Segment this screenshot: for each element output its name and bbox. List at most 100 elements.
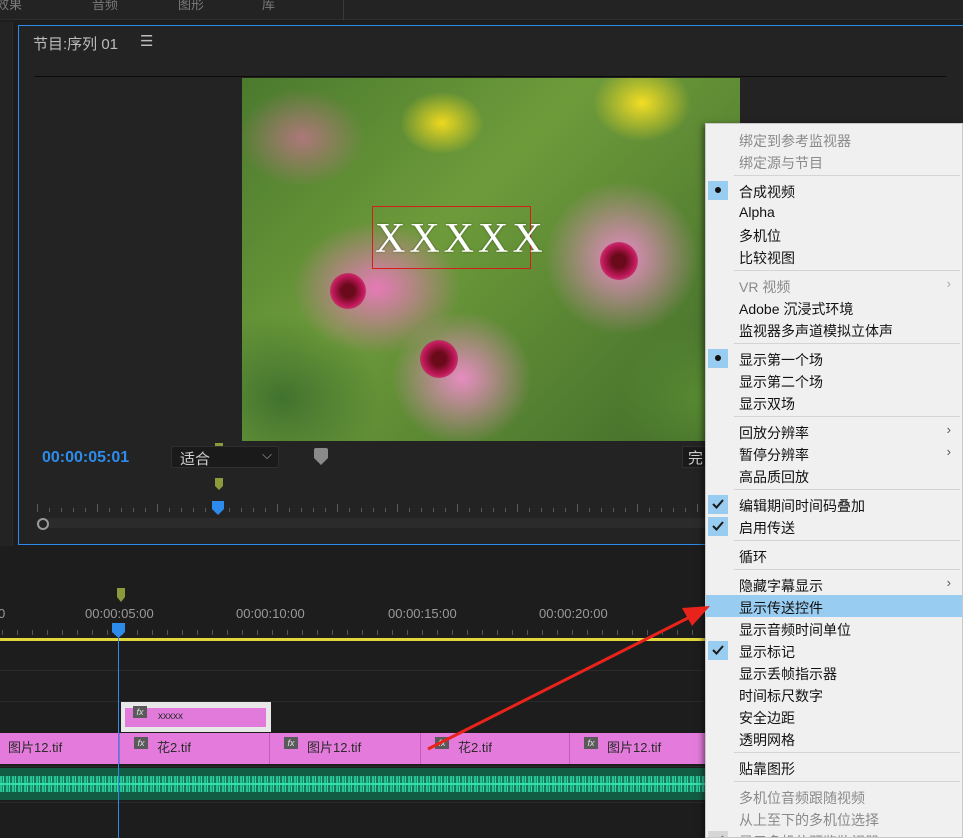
ruler-tick: [433, 508, 434, 512]
menu-item[interactable]: 显示双场: [706, 391, 962, 413]
menu-item-label: 回放分辨率: [739, 425, 809, 441]
menu-item[interactable]: 显示丢帧指示器: [706, 661, 962, 683]
ruler-tick: [512, 630, 513, 635]
menu-separator: [734, 175, 960, 176]
playhead-timecode[interactable]: 00:00:05:01: [42, 449, 129, 467]
menu-item[interactable]: 显示第一个场: [706, 347, 962, 369]
menu-item[interactable]: 启用传送: [706, 515, 962, 537]
ruler-tick: [602, 630, 603, 635]
tab-effects[interactable]: 效果: [0, 0, 22, 13]
monitor-context-menu: 绑定到参考监视器 绑定源与节目 合成视频 Alpha 多机位比较视图 VR 视频 › Adob…: [705, 123, 963, 838]
ruler-tick: [517, 504, 518, 512]
menu-item-label: 比较视图: [739, 250, 795, 266]
text-overlay-box[interactable]: XXXXX: [372, 206, 543, 269]
video-clip[interactable]: fx 图片12.tif: [270, 733, 421, 764]
monitor-time-ruler[interactable]: [34, 500, 714, 514]
monitor-playhead-icon[interactable]: [212, 501, 224, 515]
ruler-tick: [317, 630, 318, 635]
work-area-bar[interactable]: [0, 638, 710, 641]
ruler-tick: [409, 508, 410, 512]
title-clip[interactable]: fx xxxxx: [121, 702, 271, 732]
menu-item[interactable]: 显示多机位预览监视器: [706, 829, 962, 837]
track-divider: [0, 670, 710, 671]
menu-item[interactable]: 时间标尺数字: [706, 683, 962, 705]
flower-center: [330, 273, 366, 309]
ruler-tick: [529, 508, 530, 512]
ruler-tick: [625, 508, 626, 512]
menu-item[interactable]: 绑定源与节目: [706, 150, 962, 172]
ruler-tick: [109, 508, 110, 512]
menu-item[interactable]: 回放分辨率 ›: [706, 420, 962, 442]
ruler-tick: [253, 508, 254, 512]
chevron-down-icon: ⌵: [262, 447, 272, 462]
menu-item[interactable]: 显示第二个场: [706, 369, 962, 391]
ruler-tick: [647, 630, 648, 635]
video-clip[interactable]: fx 花2.tif: [421, 733, 570, 764]
zoom-fit-dropdown[interactable]: 适合 ⌵: [171, 446, 279, 468]
video-frame[interactable]: XXXXX: [242, 78, 740, 441]
menu-item[interactable]: 编辑期间时间码叠加: [706, 493, 962, 515]
ruler-tick: [467, 630, 468, 635]
ruler-tick: [197, 630, 198, 635]
timeline-playhead-icon[interactable]: [112, 623, 125, 639]
menu-item[interactable]: 合成视频: [706, 179, 962, 201]
radio-dot-icon: [708, 349, 728, 368]
video-clip[interactable]: 图片12.tif: [0, 733, 120, 764]
menu-item[interactable]: 显示传送控件: [706, 595, 962, 617]
menu-item-label: 循环: [739, 549, 767, 565]
tab-library[interactable]: 库: [262, 0, 275, 13]
ruler-tick: [677, 630, 678, 635]
menu-item-label: 显示第一个场: [739, 352, 823, 368]
menu-separator: [734, 416, 960, 417]
source-panel-edge: [0, 22, 13, 546]
audio-clip[interactable]: [0, 768, 710, 800]
menu-item[interactable]: 安全边距: [706, 705, 962, 727]
menu-item[interactable]: Adobe 沉浸式环境: [706, 296, 962, 318]
menu-item[interactable]: 贴靠图形: [706, 756, 962, 778]
menu-item[interactable]: Alpha: [706, 201, 962, 223]
menu-item[interactable]: 多机位: [706, 223, 962, 245]
ruler-tick: [2, 630, 3, 635]
ruler-tick: [373, 508, 374, 512]
menu-item-label: 从上至下的多机位选择: [739, 812, 879, 828]
menu-item[interactable]: VR 视频 ›: [706, 274, 962, 296]
ruler-tick: [497, 630, 498, 635]
timeline-time-ruler[interactable]: [0, 624, 710, 636]
menu-item[interactable]: 绑定到参考监视器: [706, 128, 962, 150]
menu-item[interactable]: 显示音频时间单位: [706, 617, 962, 639]
clip-name: 花2.tif: [157, 740, 191, 755]
panel-menu-icon[interactable]: ☰: [140, 32, 153, 50]
menu-item[interactable]: 监视器多声道模拟立体声: [706, 318, 962, 340]
ruler-tick: [121, 508, 122, 512]
menu-item[interactable]: 比较视图: [706, 245, 962, 267]
scroll-handle[interactable]: [37, 518, 49, 530]
menu-item[interactable]: 多机位音频跟随视频: [706, 785, 962, 807]
ruler-tick: [661, 508, 662, 512]
menu-item[interactable]: 暂停分辨率 ›: [706, 442, 962, 464]
menu-item-label: Adobe 沉浸式环境: [739, 301, 854, 317]
ruler-tick: [287, 630, 288, 635]
ruler-tick: [662, 630, 663, 635]
tab-graphics[interactable]: 图形: [178, 0, 204, 13]
clip-name: 图片12.tif: [8, 740, 63, 755]
video-clip[interactable]: fx 花2.tif: [120, 733, 270, 764]
ruler-tick: [617, 630, 618, 635]
timeline-playhead-line[interactable]: [118, 630, 119, 838]
menu-item[interactable]: 隐藏字幕显示 ›: [706, 573, 962, 595]
ruler-tick: [193, 508, 194, 512]
clip-name: 花2.tif: [458, 740, 492, 755]
menu-item-label: 显示丢帧指示器: [739, 666, 837, 682]
clip-name: 图片12.tif: [607, 740, 662, 755]
tab-audio[interactable]: 音频: [92, 0, 118, 13]
monitor-scroll-bar[interactable]: [36, 518, 716, 528]
menu-item[interactable]: 循环: [706, 544, 962, 566]
menu-item-label: 显示第二个场: [739, 374, 823, 390]
menu-item[interactable]: 高品质回放: [706, 464, 962, 486]
menu-item[interactable]: 透明网格: [706, 727, 962, 749]
ruler-tick: [227, 630, 228, 635]
video-clip[interactable]: fx 图片12.tif: [570, 733, 710, 764]
menu-item[interactable]: 从上至下的多机位选择: [706, 807, 962, 829]
menu-item-label: 高品质回放: [739, 469, 809, 485]
menu-item[interactable]: 显示标记: [706, 639, 962, 661]
marker-icon[interactable]: [314, 448, 328, 466]
